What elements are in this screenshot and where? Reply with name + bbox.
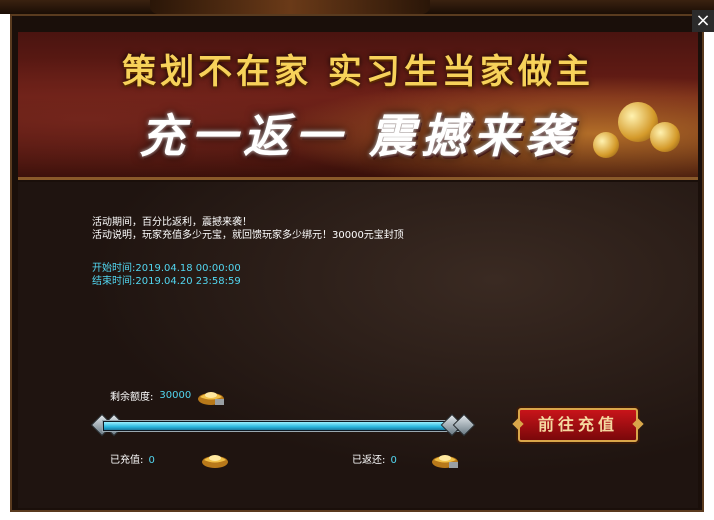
gold-ingot-icon xyxy=(197,386,225,405)
recharge-button-label: 前往充值 xyxy=(537,415,618,434)
charged-amount: 已充值: 0 xyxy=(110,448,228,468)
gold-ingot-icon xyxy=(431,449,458,468)
charged-value: 0 xyxy=(148,455,155,466)
remaining-value: 30000 xyxy=(159,389,192,401)
window-top-frame xyxy=(0,0,714,14)
event-description: 活动期间，百分比返利，震撼来袭！ 活动说明，玩家充值多少元宝，就回馈玩家多少绑元… xyxy=(92,216,404,242)
banner-subtitle: 策划不在家 实习生当家做主 xyxy=(122,52,594,92)
event-rules-text: 活动说明，玩家充值多少元宝，就回馈玩家多少绑元！30000元宝封顶 xyxy=(92,230,404,241)
banner-title: 充一返一 震撼来袭 xyxy=(138,109,577,163)
progress-track xyxy=(102,420,460,432)
remaining-label: 剩余额度: xyxy=(110,391,154,403)
close-icon[interactable]: × xyxy=(692,10,714,32)
start-time: 开始时间:2019.04.18 00:00:00 xyxy=(92,263,241,274)
returned-amount: 已返还: 0 xyxy=(352,448,458,468)
returned-label: 已返还: xyxy=(352,455,386,466)
gold-ingot-icon xyxy=(201,449,228,468)
charged-label: 已充值: xyxy=(110,455,144,466)
event-panel: 策划不在家 实习生当家做主 充一返一 震撼来袭 活动期间，百分比返利，震撼来袭！… xyxy=(10,14,704,512)
button-ornament xyxy=(632,418,644,430)
top-ornament xyxy=(150,0,430,14)
event-banner: 策划不在家 实习生当家做主 充一返一 震撼来袭 xyxy=(18,32,698,180)
button-ornament xyxy=(512,418,524,430)
progress-fill xyxy=(104,422,458,430)
recharge-button[interactable]: 前往充值 xyxy=(512,408,644,442)
event-content: 活动期间，百分比返利，震撼来袭！ 活动说明，玩家充值多少元宝，就回馈玩家多少绑元… xyxy=(18,182,698,508)
remaining-quota: 剩余额度: 30000 xyxy=(110,386,225,405)
quota-progress-bar xyxy=(90,413,476,437)
event-period-text: 活动期间，百分比返利，震撼来袭！ xyxy=(92,217,252,228)
event-times: 开始时间:2019.04.18 00:00:00 结束时间:2019.04.20… xyxy=(92,262,241,288)
end-time: 结束时间:2019.04.20 23:58:59 xyxy=(92,276,241,287)
returned-value: 0 xyxy=(390,455,397,466)
